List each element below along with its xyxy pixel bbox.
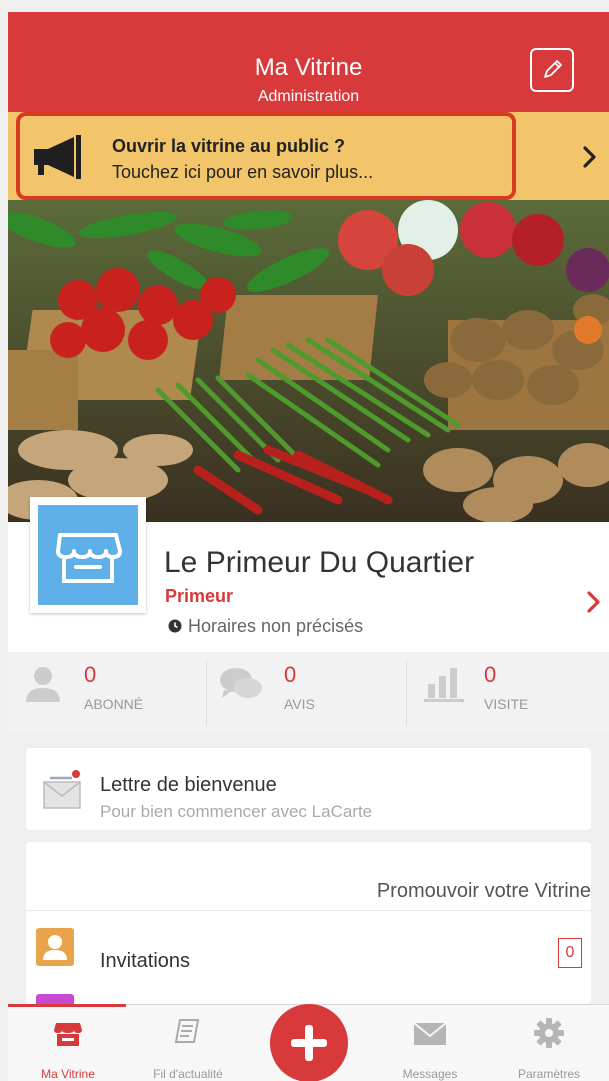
app-header: Ma Vitrine Administration xyxy=(8,12,609,112)
welcome-letter-subtitle: Pour bien commencer avec LaCarte xyxy=(100,802,373,821)
feed-icon xyxy=(174,1019,200,1043)
store-icon xyxy=(54,1023,82,1046)
stat-divider xyxy=(206,660,207,726)
page-title: Ma Vitrine xyxy=(254,54,363,81)
tab-messages[interactable]: Messages xyxy=(370,1004,490,1081)
tab-label: Fil d'actualité xyxy=(153,1067,223,1081)
tab-fil-actualite[interactable]: Fil d'actualité xyxy=(128,1004,248,1081)
page-subtitle: Administration xyxy=(257,88,360,105)
stats-bar xyxy=(8,652,609,734)
followers-count[interactable]: 0 xyxy=(84,662,96,688)
tab-label: Paramètres xyxy=(517,1067,581,1081)
tab-parametres[interactable]: Paramètres xyxy=(489,1004,609,1081)
stat-divider xyxy=(406,660,407,726)
store-logo[interactable] xyxy=(30,497,146,613)
person-icon xyxy=(22,662,64,709)
reviews-label: AVIS xyxy=(284,696,315,712)
app-screen: Ma Vitrine Administration Ouvrir la vitr… xyxy=(8,12,609,1081)
invitations-count: 0 xyxy=(558,938,582,968)
edit-button[interactable] xyxy=(530,48,574,92)
tab-label: Messages xyxy=(402,1067,458,1081)
reviews-count[interactable]: 0 xyxy=(284,662,296,688)
divider xyxy=(26,910,591,911)
envelope-icon xyxy=(38,768,86,817)
cover-image xyxy=(8,200,609,522)
invitations-label[interactable]: Invitations xyxy=(100,950,190,973)
bar-chart-icon xyxy=(422,664,468,709)
tab-label: Ma Vitrine xyxy=(41,1067,95,1081)
plus-icon xyxy=(291,1025,327,1061)
followers-label: ABONNÉ xyxy=(84,696,144,712)
pencil-icon xyxy=(544,60,562,78)
tab-ma-vitrine[interactable]: Ma Vitrine xyxy=(8,1004,128,1081)
store-hours: Horaires non précisés xyxy=(188,616,364,636)
chevron-right-icon xyxy=(587,591,600,613)
store-name: Le Primeur Du Quartier xyxy=(164,546,475,579)
clock-icon xyxy=(168,619,182,638)
add-button[interactable] xyxy=(270,1004,348,1081)
promote-header: Promouvoir votre Vitrine xyxy=(376,880,591,902)
visits-label: VISITE xyxy=(484,696,529,712)
store-category: Primeur xyxy=(165,586,234,606)
banner-subtitle: Touchez ici pour en savoir plus... xyxy=(112,162,374,182)
promote-card xyxy=(26,842,591,1004)
mail-icon xyxy=(413,1022,447,1045)
visits-count[interactable]: 0 xyxy=(484,662,496,688)
store-icon xyxy=(56,533,122,583)
gear-icon xyxy=(534,1018,564,1048)
invitation-icon xyxy=(36,928,74,966)
chevron-right-icon xyxy=(583,146,596,168)
welcome-letter-title: Lettre de bienvenue xyxy=(100,774,277,796)
chat-icon xyxy=(218,664,264,709)
next-item-icon xyxy=(36,994,74,1004)
banner-title: Ouvrir la vitrine au public ? xyxy=(112,136,346,156)
